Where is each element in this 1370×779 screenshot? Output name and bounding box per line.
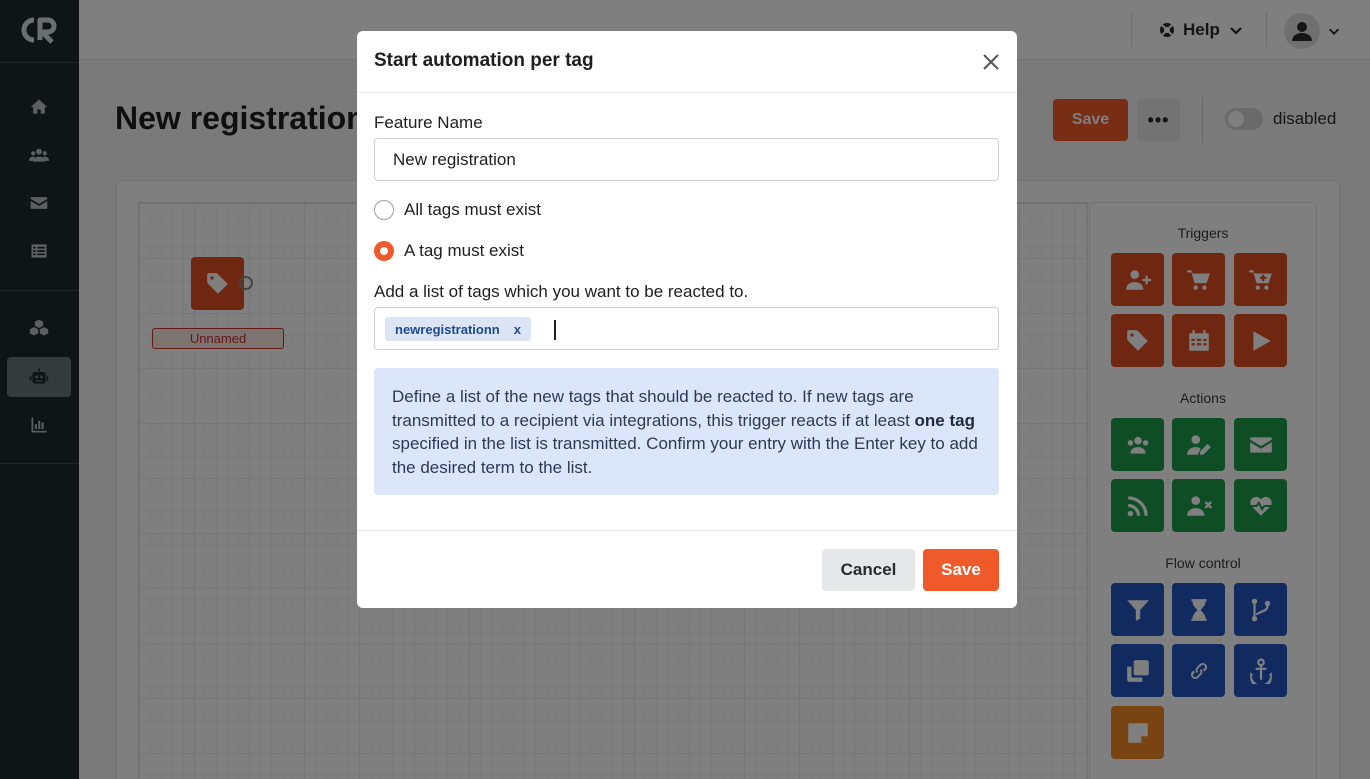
info-text: Define a list of the new tags that shoul…: [392, 387, 915, 430]
tag-chip-text: newregistrationn: [395, 321, 500, 337]
tag-remove-button[interactable]: x: [514, 322, 521, 337]
start-automation-dialog: Start automation per tag Feature Name Al…: [357, 31, 1017, 608]
tag-chip: newregistrationn x: [385, 317, 531, 341]
radio-label: All tags must exist: [404, 200, 541, 219]
save-button[interactable]: Save: [923, 549, 999, 591]
dialog-title: Start automation per tag: [374, 50, 594, 71]
radio-one-tag[interactable]: A tag must exist: [374, 241, 524, 261]
close-button[interactable]: [979, 50, 1003, 74]
cancel-button[interactable]: Cancel: [822, 549, 915, 591]
tags-input[interactable]: newregistrationn x: [374, 307, 999, 350]
info-text-emphasis: one tag: [914, 410, 975, 430]
radio-all-tags[interactable]: All tags must exist: [374, 200, 541, 220]
tags-label: Add a list of tags which you want to be …: [374, 282, 749, 301]
radio-button[interactable]: [374, 241, 394, 261]
close-icon: [983, 54, 999, 70]
info-box: Define a list of the new tags that shoul…: [374, 368, 999, 495]
dialog-footer: Cancel Save: [357, 530, 1017, 608]
info-text: specified in the list is transmitted. Co…: [392, 434, 978, 477]
text-caret: [554, 320, 556, 340]
dialog-header: Start automation per tag: [357, 31, 1017, 93]
radio-button[interactable]: [374, 200, 394, 220]
feature-name-input[interactable]: [374, 138, 999, 181]
radio-label: A tag must exist: [404, 241, 524, 260]
feature-name-label: Feature Name: [374, 113, 483, 132]
